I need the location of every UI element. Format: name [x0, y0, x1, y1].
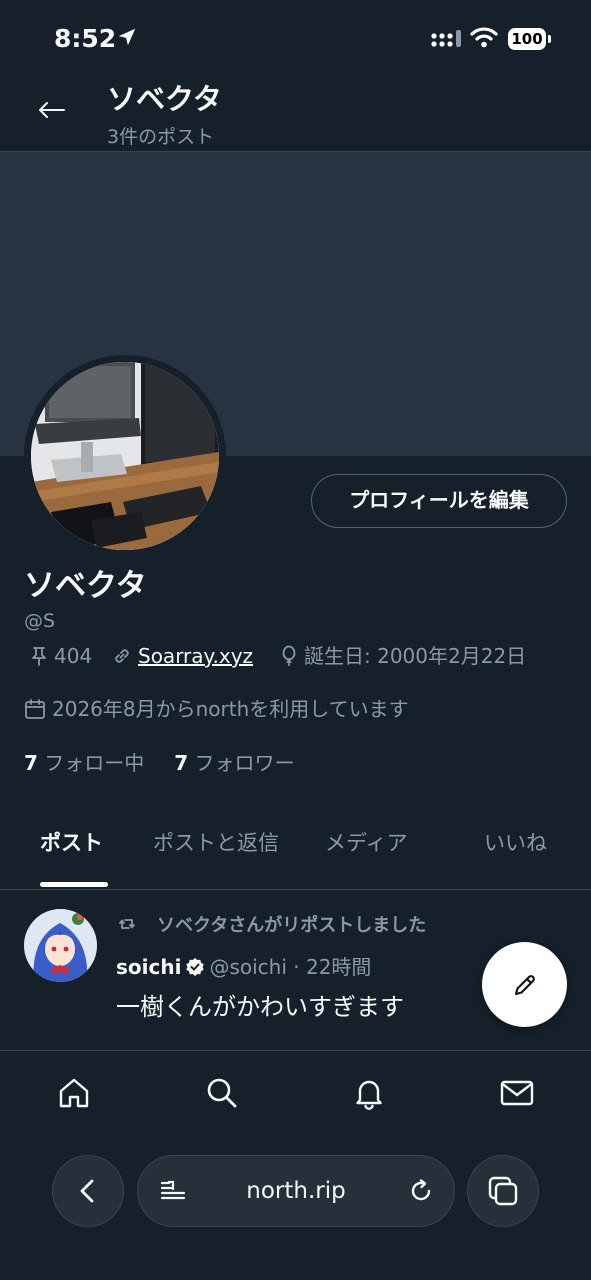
home-icon[interactable]	[54, 1073, 94, 1113]
tab-posts-and-replies[interactable]: ポストと返信	[153, 827, 279, 857]
search-icon[interactable]	[202, 1073, 242, 1113]
website-link[interactable]: Soarray.xyz	[138, 644, 253, 668]
address-bar[interactable]: north.rip	[137, 1155, 455, 1227]
followers-link[interactable]: 7 フォロワー	[174, 751, 294, 775]
wifi-icon	[470, 26, 498, 52]
anime-avatar-image	[24, 909, 97, 982]
tab-posts[interactable]: ポスト	[40, 827, 103, 857]
signal-icon	[431, 30, 465, 52]
active-tab-indicator	[40, 882, 108, 887]
post-author-avatar[interactable]	[24, 909, 97, 982]
following-count: 7	[24, 751, 38, 775]
pencil-icon	[514, 974, 535, 995]
following-link[interactable]: 7 フォロー中	[24, 751, 144, 775]
avatar-photo	[31, 362, 219, 550]
user-handle: @S	[24, 610, 56, 632]
birthday-item: 誕生日: 2000年2月22日	[280, 640, 526, 672]
repost-icon	[118, 915, 136, 937]
edit-profile-button[interactable]: プロフィールを編集	[311, 474, 567, 528]
battery-indicator: 100	[508, 28, 551, 50]
follow-stats: 7 フォロー中 7 フォロワー	[24, 747, 295, 779]
compose-post-button[interactable]	[482, 942, 567, 1027]
post-text: 一樹くんがかわいすぎます	[116, 993, 404, 1021]
website-item: Soarray.xyz	[112, 640, 253, 672]
status-bar: 8:52 100	[0, 0, 591, 80]
pinned-value: 404	[54, 644, 93, 668]
profile-meta: 404 Soarray.xyz 誕生日: 2000年2月22日	[24, 640, 584, 672]
link-icon	[115, 648, 129, 663]
author-name[interactable]: soichi	[116, 955, 181, 979]
tab-media[interactable]: メディア	[325, 827, 408, 857]
chevron-left-icon	[80, 1179, 94, 1203]
location-arrow-icon	[116, 26, 138, 52]
profile-header: ソベクタ 3件のポスト	[0, 70, 591, 152]
joined-text: 2026年8月からnorthを利用しています	[52, 697, 409, 721]
bell-icon[interactable]	[349, 1073, 389, 1113]
verified-badge-icon	[186, 957, 205, 976]
pinned-item: 404	[30, 640, 92, 672]
tab-likes[interactable]: いいね	[484, 827, 547, 857]
joined-date: 2026年8月からnorthを利用しています	[24, 693, 409, 725]
author-meta: @soichi · 22時間	[209, 955, 372, 979]
profile-avatar[interactable]	[24, 355, 226, 557]
browser-toolbar: north.rip	[0, 1135, 591, 1280]
tabs-button[interactable]	[467, 1155, 539, 1227]
bottom-nav	[0, 1051, 591, 1135]
calendar-icon	[25, 698, 45, 719]
display-name: ソベクタ	[24, 568, 147, 604]
header-title: ソベクタ	[107, 82, 222, 116]
back-arrow-icon	[39, 102, 65, 118]
repost-note: ソベクタさんがリポストしました	[157, 915, 427, 936]
back-button[interactable]	[32, 90, 72, 130]
mail-icon[interactable]	[497, 1073, 537, 1113]
tabs-icon	[488, 1176, 518, 1206]
followers-count: 7	[174, 751, 189, 775]
reload-icon[interactable]	[407, 1177, 435, 1209]
followers-label: フォロワー	[188, 751, 295, 775]
post-count: 3件のポスト	[107, 126, 215, 148]
pin-icon	[32, 646, 46, 666]
balloon-icon	[282, 645, 296, 666]
post-author: soichi @soichi · 22時間	[116, 953, 371, 981]
following-label: フォロー中	[37, 751, 145, 775]
browser-back-button[interactable]	[52, 1155, 124, 1227]
birthday-text: 誕生日: 2000年2月22日	[304, 644, 527, 668]
status-time: 8:52	[54, 24, 117, 53]
profile-tabs: ポスト ポストと返信 メディア いいね	[0, 815, 591, 890]
